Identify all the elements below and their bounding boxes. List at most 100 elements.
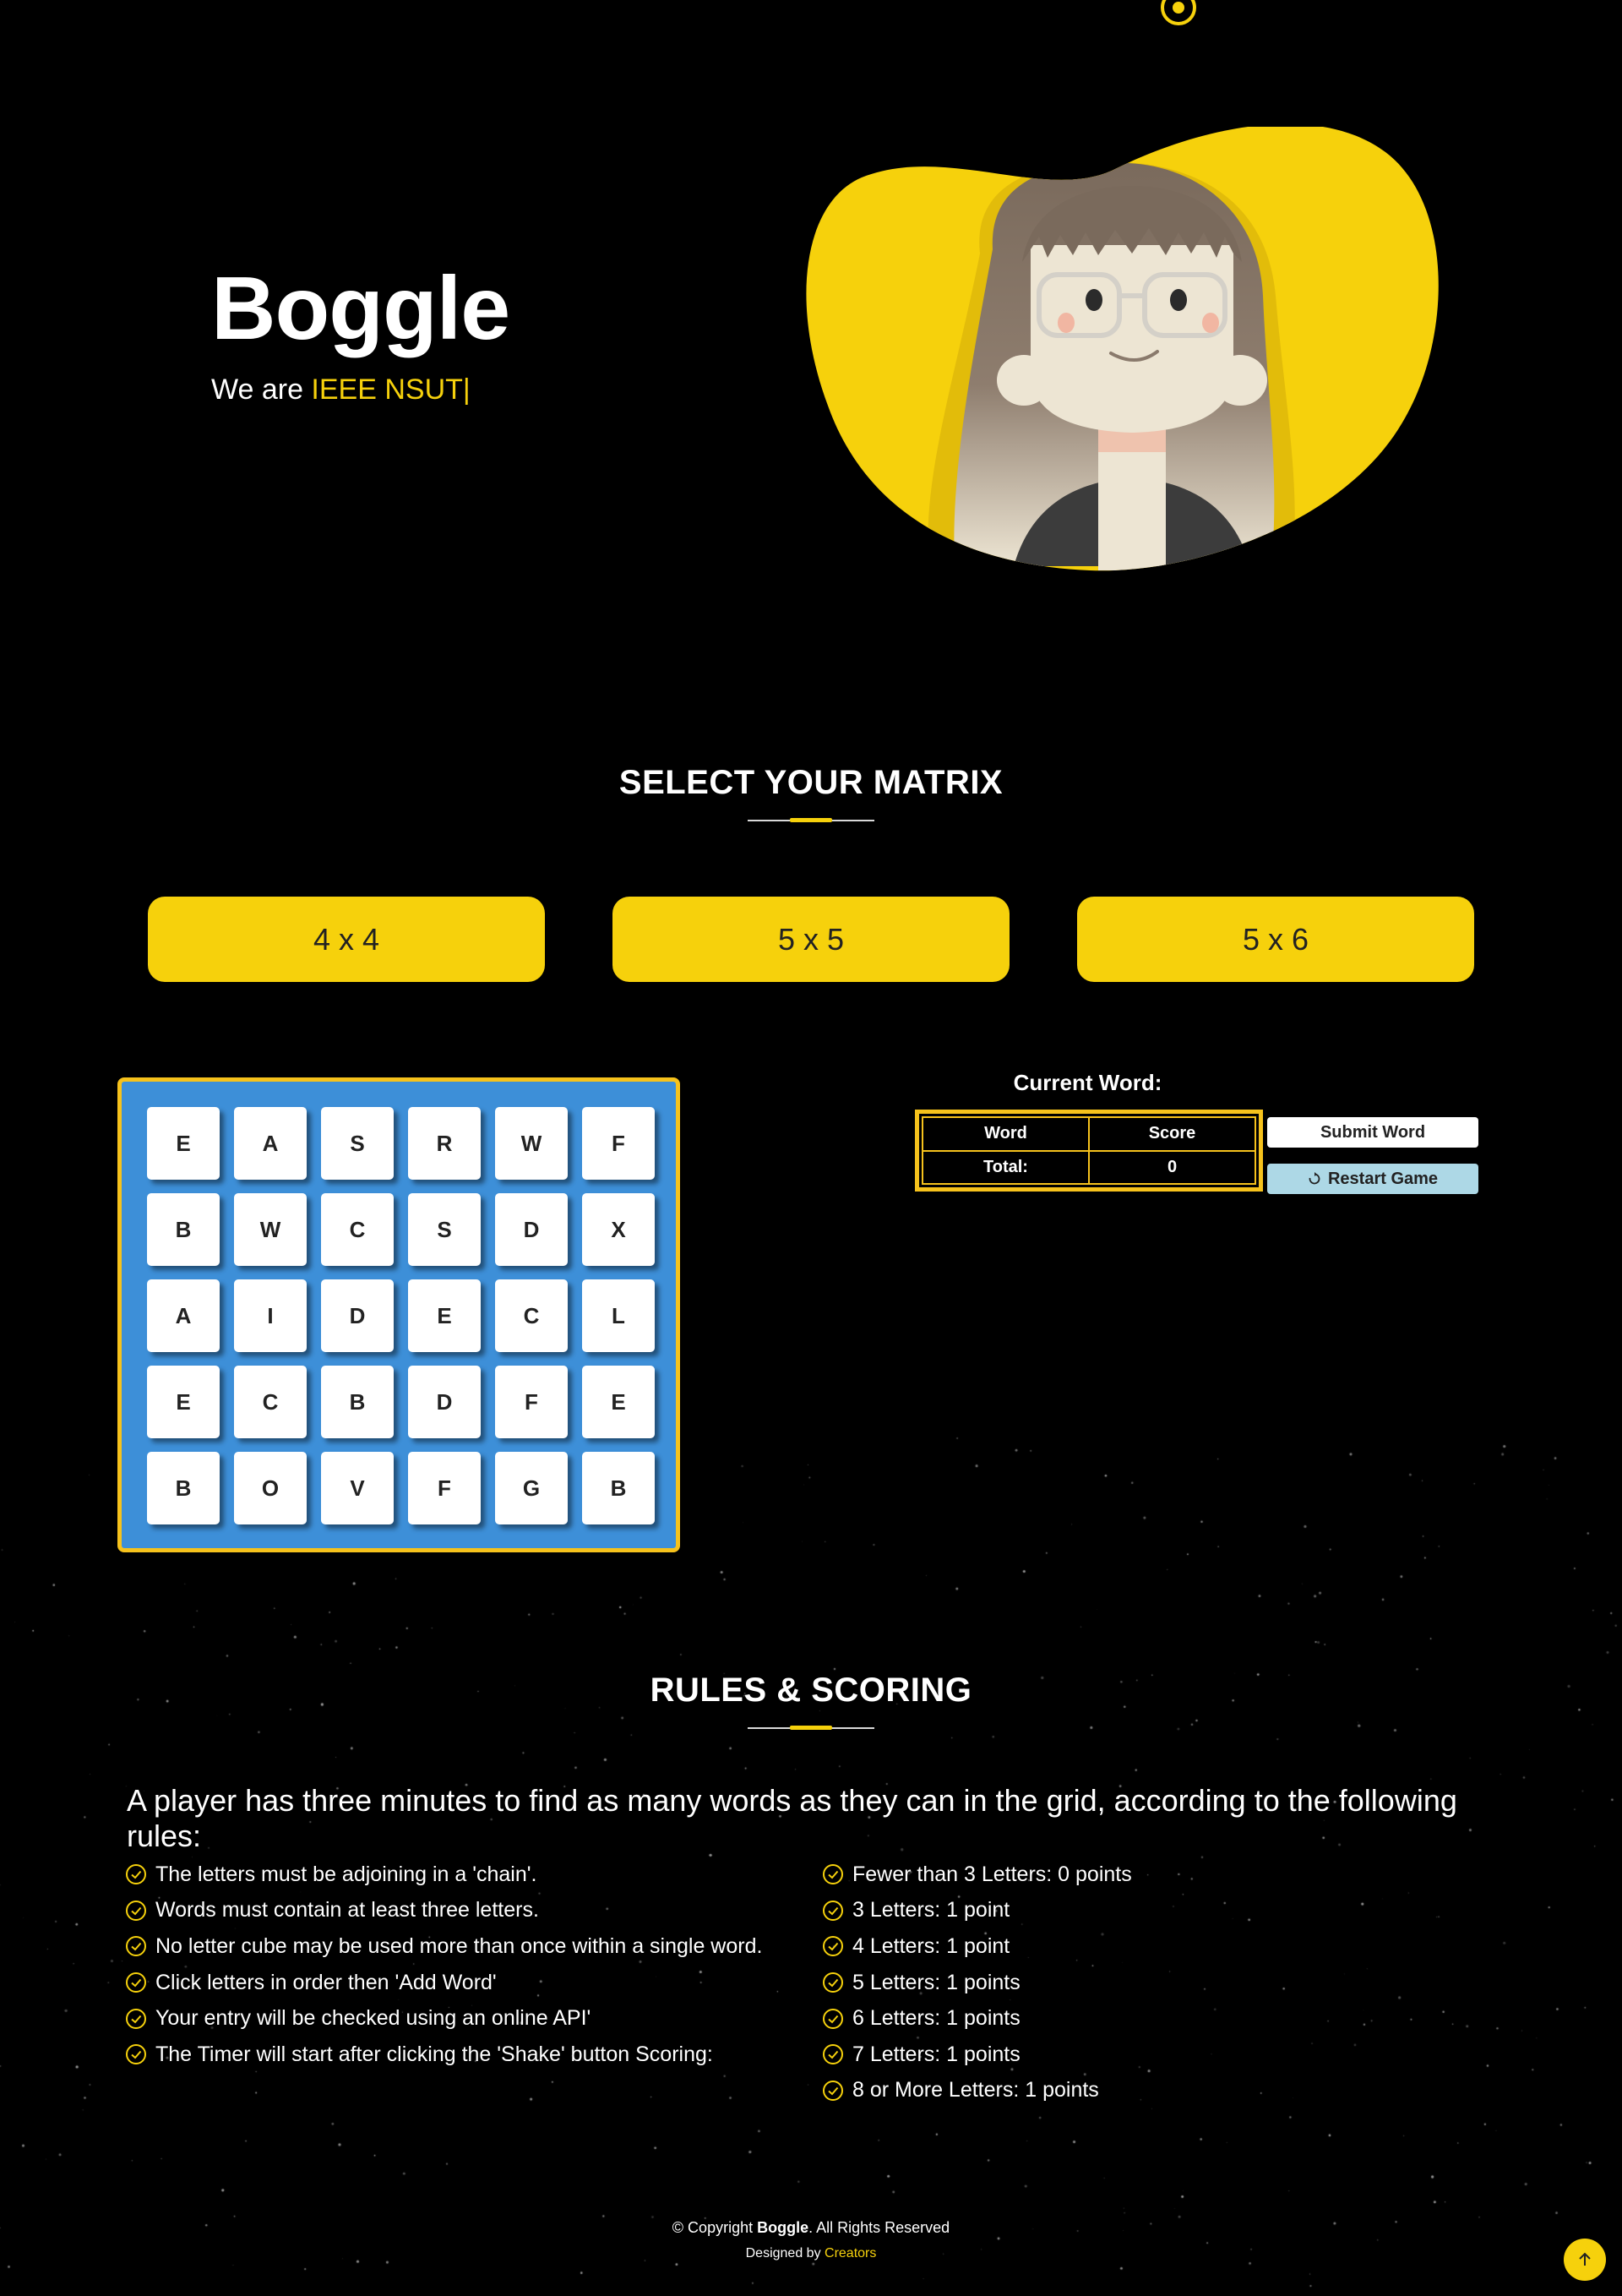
matrix-5x6-button[interactable]: 5 x 6: [1077, 897, 1474, 982]
matrix-title-underline: [748, 818, 874, 822]
avatar-illustration: [806, 127, 1439, 571]
letter-cell[interactable]: X: [582, 1193, 655, 1266]
letter-cell[interactable]: V: [321, 1452, 394, 1524]
total-label: Total:: [922, 1149, 1090, 1185]
rules-list: The letters must be adjoining in a 'chai…: [125, 1857, 762, 2073]
letter-cell[interactable]: D: [408, 1366, 481, 1438]
letter-grid: EASRWFBWCSDXAIDECLECBDFEBOVFGB: [147, 1107, 676, 1524]
letter-cell[interactable]: B: [147, 1193, 220, 1266]
letter-cell[interactable]: B: [147, 1452, 220, 1524]
table-total-row: Total: 0: [922, 1149, 1256, 1185]
letter-cell[interactable]: E: [147, 1366, 220, 1438]
rules-intro: A player has three minutes to find as ma…: [127, 1783, 1457, 1853]
letter-cell[interactable]: F: [582, 1107, 655, 1180]
letter-cell[interactable]: D: [495, 1193, 568, 1266]
letter-cell[interactable]: S: [321, 1107, 394, 1180]
letter-cell[interactable]: A: [234, 1107, 307, 1180]
list-item-text: Fewer than 3 Letters: 0 points: [852, 1862, 1132, 1886]
footer-copyright: © Copyright Boggle. All Rights Reserved: [0, 2219, 1622, 2237]
letter-cell[interactable]: S: [408, 1193, 481, 1266]
letter-cell[interactable]: C: [495, 1279, 568, 1352]
list-item-text: Words must contain at least three letter…: [155, 1898, 539, 1922]
hero-subtitle-highlight: IEEE NSUT: [311, 374, 463, 406]
letter-cell[interactable]: B: [321, 1366, 394, 1438]
letter-cell[interactable]: E: [147, 1107, 220, 1180]
check-circle-icon: [126, 1900, 146, 1921]
letter-cell[interactable]: F: [495, 1366, 568, 1438]
letter-cell[interactable]: A: [147, 1279, 220, 1352]
check-circle-icon: [126, 1972, 146, 1993]
list-item-text: 7 Letters: 1 points: [852, 2042, 1021, 2066]
restart-game-button[interactable]: Restart Game: [1267, 1164, 1478, 1194]
column-header-word: Word: [922, 1116, 1090, 1152]
list-item: Words must contain at least three letter…: [125, 1893, 762, 1929]
letter-cell[interactable]: E: [582, 1366, 655, 1438]
designed-prefix: Designed by: [745, 2246, 825, 2261]
check-circle-icon: [823, 1936, 843, 1957]
list-item: 7 Letters: 1 points: [822, 2037, 1132, 2073]
list-item-text: No letter cube may be used more than onc…: [155, 1933, 763, 1958]
letter-cell[interactable]: F: [408, 1452, 481, 1524]
hero-title: Boggle: [211, 259, 510, 358]
letter-cell[interactable]: I: [234, 1279, 307, 1352]
table-header-row: Word Score: [922, 1116, 1256, 1152]
list-item: Click letters in order then 'Add Word': [125, 1965, 762, 2001]
boggle-board: EASRWFBWCSDXAIDECLECBDFEBOVFGB: [117, 1077, 680, 1552]
list-item-text: The letters must be adjoining in a 'chai…: [155, 1862, 537, 1886]
list-item-text: Your entry will be checked using an onli…: [155, 2006, 591, 2031]
list-item: 8 or More Letters: 1 points: [822, 2073, 1132, 2109]
list-item-text: 4 Letters: 1 point: [852, 1933, 1010, 1958]
list-item: 6 Letters: 1 points: [822, 2000, 1132, 2037]
hero-subtitle: We are IEEE NSUT|: [211, 375, 471, 404]
check-circle-icon: [126, 2044, 146, 2065]
matrix-5x5-button[interactable]: 5 x 5: [612, 897, 1010, 982]
check-circle-icon: [823, 2044, 843, 2065]
column-header-score: Score: [1088, 1116, 1256, 1152]
list-item: 4 Letters: 1 point: [822, 1928, 1132, 1965]
copyright-prefix: © Copyright: [672, 2219, 758, 2236]
arrow-up-icon: [1579, 2252, 1591, 2266]
scoring-list: Fewer than 3 Letters: 0 points 3 Letters:…: [822, 1857, 1132, 2108]
list-item: 5 Letters: 1 points: [822, 1965, 1132, 2001]
letter-cell[interactable]: G: [495, 1452, 568, 1524]
check-circle-icon: [823, 2080, 843, 2101]
designer-link[interactable]: Creators: [825, 2246, 876, 2261]
letter-cell[interactable]: O: [234, 1452, 307, 1524]
list-item-text: Click letters in order then 'Add Word': [155, 1970, 497, 1994]
check-circle-icon: [126, 1864, 146, 1885]
list-item-text: 6 Letters: 1 points: [852, 2006, 1021, 2031]
check-circle-icon: [126, 2008, 146, 2029]
restart-game-label: Restart Game: [1327, 1169, 1439, 1188]
check-circle-icon: [823, 1900, 843, 1921]
matrix-section-title: SELECT YOUR MATRIX: [618, 764, 1004, 801]
current-word-label: Current Word:: [1013, 1070, 1162, 1095]
check-circle-icon: [823, 1864, 843, 1885]
restart-icon: [1309, 1172, 1320, 1185]
list-item: Your entry will be checked using an onli…: [125, 2000, 762, 2037]
letter-cell[interactable]: D: [321, 1279, 394, 1352]
letter-cell[interactable]: W: [495, 1107, 568, 1180]
list-item: Fewer than 3 Letters: 0 points: [822, 1857, 1132, 1893]
list-item-text: 5 Letters: 1 points: [852, 1970, 1021, 1994]
check-circle-icon: [823, 2008, 843, 2029]
back-to-top-button[interactable]: [1564, 2239, 1606, 2281]
letter-cell[interactable]: E: [408, 1279, 481, 1352]
list-item: 3 Letters: 1 point: [822, 1893, 1132, 1929]
letter-cell[interactable]: B: [582, 1452, 655, 1524]
scroll-indicator-icon[interactable]: [1161, 0, 1196, 25]
letter-cell[interactable]: W: [234, 1193, 307, 1266]
letter-cell[interactable]: C: [234, 1366, 307, 1438]
list-item-text: 8 or More Letters: 1 points: [852, 2078, 1099, 2102]
matrix-4x4-button[interactable]: 4 x 4: [148, 897, 545, 982]
submit-word-button[interactable]: Submit Word: [1267, 1117, 1478, 1148]
letter-cell[interactable]: L: [582, 1279, 655, 1352]
hero-subtitle-prefix: We are: [211, 374, 312, 406]
check-circle-icon: [823, 1972, 843, 1993]
rules-section-title: RULES & SCORING: [650, 1672, 972, 1709]
letter-cell[interactable]: C: [321, 1193, 394, 1266]
total-value: 0: [1088, 1149, 1256, 1185]
check-circle-icon: [126, 1936, 146, 1957]
footer-designed-by: Designed by Creators: [0, 2246, 1622, 2261]
letter-cell[interactable]: R: [408, 1107, 481, 1180]
list-item: The letters must be adjoining in a 'chai…: [125, 1857, 762, 1893]
